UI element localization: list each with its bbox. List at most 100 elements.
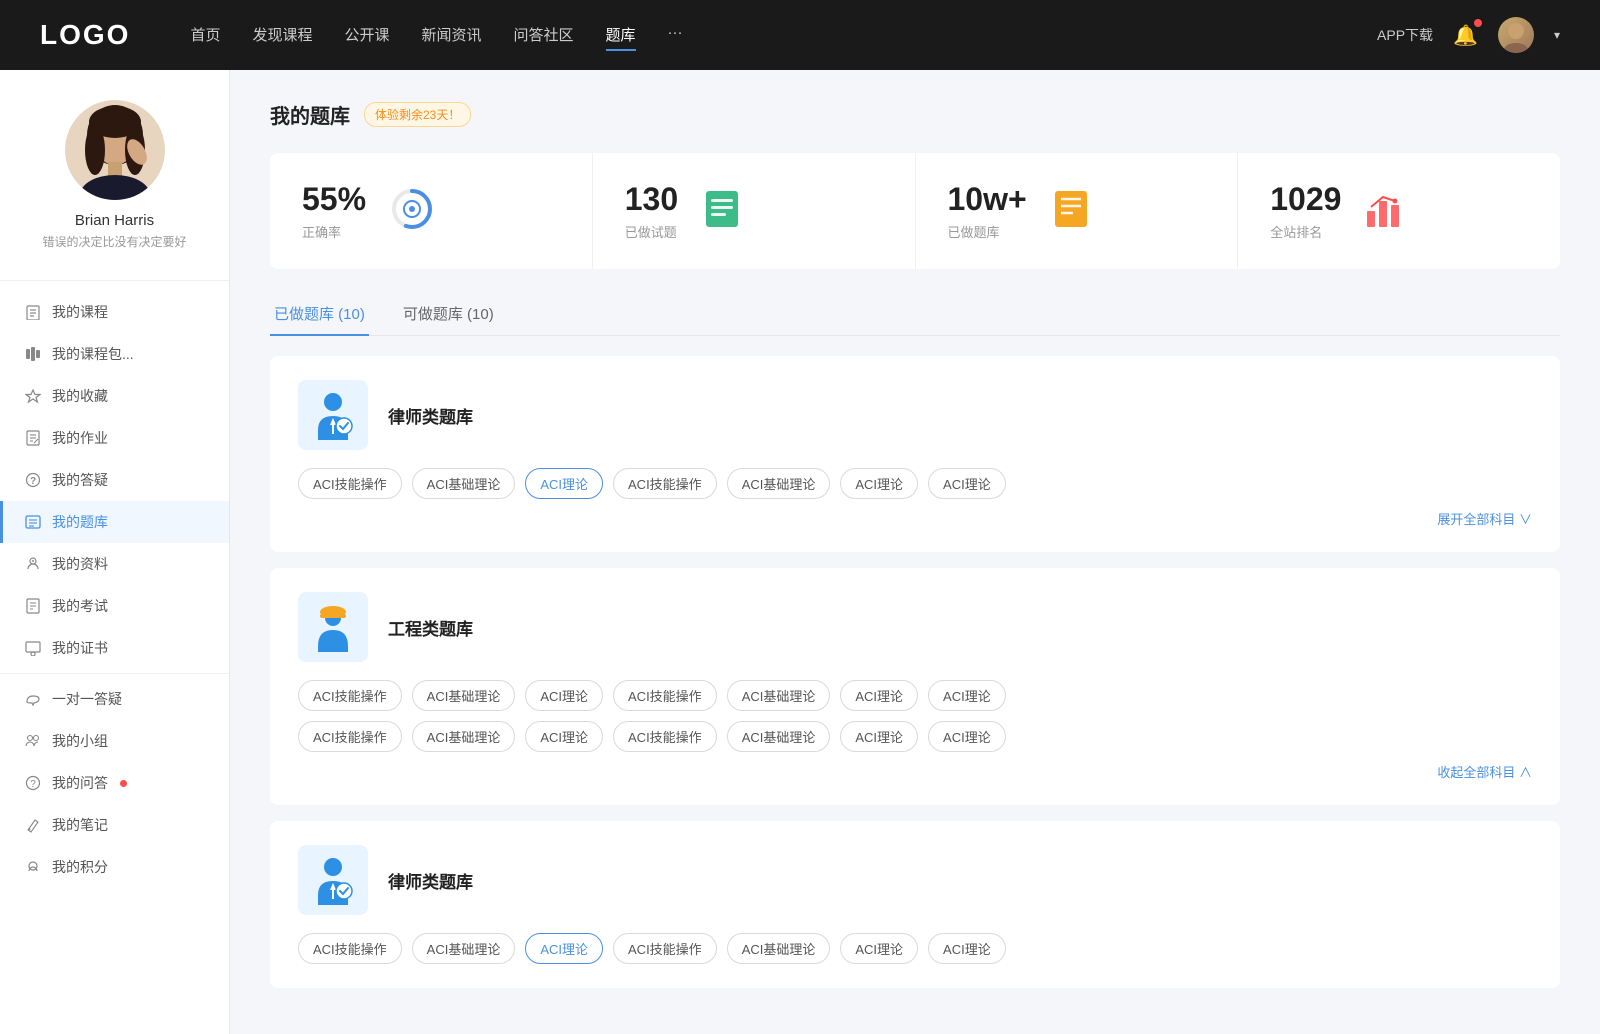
user-avatar[interactable] [1498, 17, 1534, 53]
sidebar-divider2 [0, 673, 229, 674]
tag-1-6[interactable]: ACI理论 [840, 468, 918, 499]
sidebar-label-course-pack: 我的课程包... [52, 344, 134, 364]
app-download-button[interactable]: APP下载 [1377, 25, 1433, 45]
tag-2-12[interactable]: ACI基础理论 [727, 721, 831, 752]
navbar-menu: 首页 发现课程 公开课 新闻资讯 问答社区 题库 ··· [190, 20, 1377, 51]
sidebar-item-group[interactable]: 我的小组 [0, 720, 229, 762]
tag-2-13[interactable]: ACI理论 [840, 721, 918, 752]
done-q-number: 130 [625, 181, 678, 218]
sidebar-label-tutoring: 一对一答疑 [52, 689, 122, 709]
tag-3-1[interactable]: ACI技能操作 [298, 933, 402, 964]
qbank-tags-2: ACI技能操作 ACI基础理论 ACI理论 ACI技能操作 ACI基础理论 AC… [298, 680, 1532, 711]
tab-available-banks[interactable]: 可做题库 (10) [399, 293, 498, 336]
sidebar-profile: Brian Harris 错误的决定比没有决定要好 [0, 70, 229, 270]
qa-icon: ? [24, 471, 42, 489]
qbank-icon-lawyer-1 [298, 380, 368, 450]
sidebar-item-data[interactable]: 我的资料 [0, 543, 229, 585]
done-q-icon [702, 189, 742, 234]
tag-2-9[interactable]: ACI基础理论 [412, 721, 516, 752]
tag-3-4[interactable]: ACI技能操作 [613, 933, 717, 964]
group-icon [24, 732, 42, 750]
stat-rank-text: 1029 全站排名 [1270, 181, 1341, 241]
qbank-title-1: 律师类题库 [388, 403, 473, 428]
tag-3-6[interactable]: ACI理论 [840, 933, 918, 964]
nav-more[interactable]: ··· [668, 20, 683, 51]
done-b-label: 已做题库 [948, 222, 1027, 241]
tag-2-5[interactable]: ACI基础理论 [727, 680, 831, 711]
nav-qa[interactable]: 问答社区 [514, 20, 574, 51]
tag-2-8[interactable]: ACI技能操作 [298, 721, 402, 752]
notification-badge [1474, 19, 1482, 27]
sidebar-item-course-pack[interactable]: 我的课程包... [0, 333, 229, 375]
tag-2-6[interactable]: ACI理论 [840, 680, 918, 711]
tag-2-3[interactable]: ACI理论 [525, 680, 603, 711]
sidebar-item-tutoring[interactable]: 一对一答疑 [0, 678, 229, 720]
tag-1-5[interactable]: ACI基础理论 [727, 468, 831, 499]
stat-ranking: 1029 全站排名 [1238, 153, 1560, 269]
question-dot [120, 780, 127, 787]
qbank-expand-1[interactable]: 展开全部科目 ∨ [298, 509, 1532, 528]
qbank-collapse-2[interactable]: 收起全部科目 ∧ [298, 762, 1532, 781]
tab-done-banks[interactable]: 已做题库 (10) [270, 293, 369, 336]
tag-2-1[interactable]: ACI技能操作 [298, 680, 402, 711]
nav-home[interactable]: 首页 [190, 20, 220, 51]
sidebar-item-cert[interactable]: 我的证书 [0, 627, 229, 669]
stat-done-q-text: 130 已做试题 [625, 181, 678, 241]
sidebar-label-qa: 我的答疑 [52, 470, 108, 490]
nav-news[interactable]: 新闻资讯 [422, 20, 482, 51]
stats-row: 55% 正确率 130 已做试题 [270, 153, 1560, 269]
sidebar-label-cert: 我的证书 [52, 638, 108, 658]
tag-2-11[interactable]: ACI技能操作 [613, 721, 717, 752]
sidebar-label-homework: 我的作业 [52, 428, 108, 448]
sidebar-item-my-course[interactable]: 我的课程 [0, 291, 229, 333]
tag-2-4[interactable]: ACI技能操作 [613, 680, 717, 711]
tag-3-2[interactable]: ACI基础理论 [412, 933, 516, 964]
sidebar-label-points: 我的积分 [52, 857, 108, 877]
sidebar-item-notes[interactable]: 我的笔记 [0, 804, 229, 846]
sidebar-item-homework[interactable]: 我的作业 [0, 417, 229, 459]
points-icon [24, 858, 42, 876]
tag-1-1[interactable]: ACI技能操作 [298, 468, 402, 499]
bell-icon: 🔔 [1453, 25, 1478, 47]
tag-1-4[interactable]: ACI技能操作 [613, 468, 717, 499]
question-icon: ? [24, 774, 42, 792]
tag-2-14[interactable]: ACI理论 [928, 721, 1006, 752]
qbank-card-lawyer-2: 律师类题库 ACI技能操作 ACI基础理论 ACI理论 ACI技能操作 ACI基… [270, 821, 1560, 988]
sidebar-label-collect: 我的收藏 [52, 386, 108, 406]
rank-label: 全站排名 [1270, 222, 1341, 241]
course-pack-icon [24, 345, 42, 363]
sidebar-item-points[interactable]: 我的积分 [0, 846, 229, 888]
navbar-right: APP下载 🔔 ▾ [1377, 17, 1560, 53]
tag-1-7[interactable]: ACI理论 [928, 468, 1006, 499]
tag-2-7[interactable]: ACI理论 [928, 680, 1006, 711]
qbank-icon [24, 513, 42, 531]
exam-icon [24, 597, 42, 615]
qbank-card-lawyer-1: 律师类题库 ACI技能操作 ACI基础理论 ACI理论 ACI技能操作 ACI基… [270, 356, 1560, 552]
tag-3-7[interactable]: ACI理论 [928, 933, 1006, 964]
nav-discover[interactable]: 发现课程 [252, 20, 312, 51]
sidebar-item-qa[interactable]: ? 我的答疑 [0, 459, 229, 501]
sidebar-item-collect[interactable]: 我的收藏 [0, 375, 229, 417]
nav-open-course[interactable]: 公开课 [344, 20, 389, 51]
tag-1-2[interactable]: ACI基础理论 [412, 468, 516, 499]
tag-3-3[interactable]: ACI理论 [525, 933, 603, 964]
tag-2-10[interactable]: ACI理论 [525, 721, 603, 752]
rank-number: 1029 [1270, 181, 1341, 218]
sidebar-item-question[interactable]: ? 我的问答 [0, 762, 229, 804]
tutoring-icon [24, 690, 42, 708]
sidebar-item-exam[interactable]: 我的考试 [0, 585, 229, 627]
navbar-logo[interactable]: LOGO [40, 19, 130, 51]
sidebar-label-qbank: 我的题库 [52, 512, 108, 532]
nav-qbank[interactable]: 题库 [606, 20, 636, 51]
avatar-placeholder [1498, 17, 1534, 53]
page-layout: Brian Harris 错误的决定比没有决定要好 我的课程 我的课程包... [0, 0, 1600, 1034]
tag-2-2[interactable]: ACI基础理论 [412, 680, 516, 711]
tag-1-3[interactable]: ACI理论 [525, 468, 603, 499]
sidebar-item-qbank[interactable]: 我的题库 [0, 501, 229, 543]
tag-3-5[interactable]: ACI基础理论 [727, 933, 831, 964]
notification-bell[interactable]: 🔔 [1453, 23, 1478, 48]
notes-icon [24, 816, 42, 834]
sidebar-avatar[interactable] [65, 100, 165, 200]
user-dropdown-arrow[interactable]: ▾ [1554, 28, 1560, 42]
qbank-card-engineer: 工程类题库 ACI技能操作 ACI基础理论 ACI理论 ACI技能操作 ACI基… [270, 568, 1560, 805]
